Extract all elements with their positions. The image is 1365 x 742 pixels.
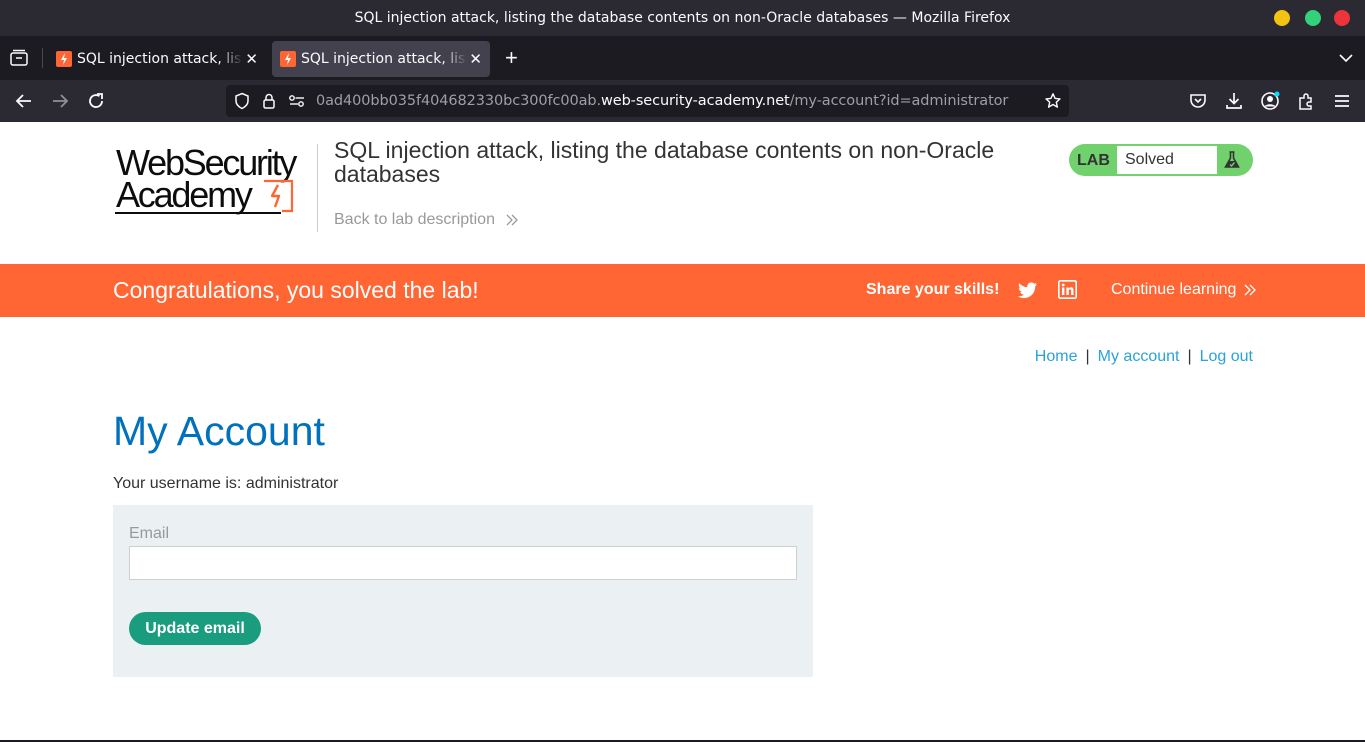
minimize-button[interactable]: [1274, 10, 1290, 26]
tab-label: SQL injection attack, listing the databa…: [301, 51, 467, 67]
lab-label: LAB: [1077, 152, 1110, 169]
web-security-academy-logo[interactable]: WebSecurity Academy: [113, 142, 318, 234]
username-text: Your username is: administrator: [113, 475, 339, 492]
update-email-form: Email Update email: [113, 505, 813, 677]
url-host: web-security-academy.net: [601, 93, 790, 109]
email-label: Email: [129, 525, 170, 542]
continue-learning-label: Continue learning: [1111, 281, 1237, 298]
home-link[interactable]: Home: [1035, 348, 1078, 365]
back-link-label: Back to lab description: [334, 211, 495, 228]
shield-icon[interactable]: [233, 92, 251, 110]
downloads-icon[interactable]: [1224, 91, 1244, 111]
my-account-link[interactable]: My account: [1098, 348, 1180, 365]
navigation-toolbar: 0ad400bb035f404682330bc300fc00ab.web-sec…: [0, 80, 1365, 122]
lab-status-text: Solved: [1125, 151, 1174, 168]
tab-label: SQL injection attack, listing the databa…: [77, 51, 243, 67]
email-field[interactable]: [129, 546, 797, 580]
window-titlebar: SQL injection attack, listing the databa…: [0, 0, 1365, 36]
url-path: /my-account?id=administrator: [789, 93, 1009, 109]
page-title: My Account: [113, 408, 325, 454]
log-out-link[interactable]: Log out: [1200, 348, 1253, 365]
extensions-icon[interactable]: [1296, 91, 1316, 111]
tab-overview-icon[interactable]: [8, 48, 30, 68]
reload-icon[interactable]: [86, 91, 106, 111]
update-email-button[interactable]: Update email: [129, 612, 261, 645]
tab-close-icon[interactable]: ✕: [245, 50, 258, 68]
bookmark-star-icon[interactable]: [1044, 92, 1062, 110]
tab-bar: SQL injection attack, listing the databa…: [0, 36, 1365, 80]
url-bar[interactable]: 0ad400bb035f404682330bc300fc00ab.web-sec…: [226, 85, 1069, 117]
nav-separator: |: [1187, 348, 1192, 365]
lab-title: SQL injection attack, listing the databa…: [334, 137, 995, 187]
top-navigation: Home | My account | Log out: [1035, 348, 1253, 366]
forward-arrow-icon[interactable]: [50, 91, 70, 111]
pocket-icon[interactable]: [1188, 91, 1208, 111]
tab-2-active[interactable]: SQL injection attack, listing the databa…: [272, 41, 490, 77]
header-divider: [317, 144, 318, 232]
linkedin-icon[interactable]: [1058, 280, 1077, 299]
back-to-lab-description-link[interactable]: Back to lab description: [334, 211, 519, 229]
portswigger-favicon-icon: [56, 51, 72, 67]
new-tab-button[interactable]: +: [505, 45, 518, 71]
academy-bolt-icon: [264, 179, 294, 213]
lab-status-box: Solved: [1117, 146, 1217, 174]
tab-close-icon[interactable]: ✕: [469, 50, 482, 68]
flask-icon: [1224, 151, 1240, 168]
congratulations-message: Congratulations, you solved the lab!: [113, 277, 479, 303]
share-skills-label: Share your skills!: [866, 281, 1000, 298]
twitter-icon[interactable]: [1018, 280, 1038, 300]
menu-hamburger-icon[interactable]: [1332, 91, 1352, 111]
logo-line2: Academy: [116, 174, 253, 215]
lock-icon[interactable]: [260, 92, 278, 110]
nav-separator: |: [1085, 348, 1090, 365]
double-chevron-right-icon: [1244, 284, 1256, 296]
congratulations-banner: Congratulations, you solved the lab! Sha…: [0, 264, 1365, 317]
lab-status-widget: LAB Solved: [1069, 144, 1253, 176]
window-title: SQL injection attack, listing the databa…: [354, 10, 1011, 26]
url-prefix: 0ad400bb035f404682330bc300fc00ab.: [316, 93, 601, 109]
portswigger-favicon-icon: [280, 51, 296, 67]
close-window-button[interactable]: [1334, 10, 1350, 26]
list-all-tabs-icon[interactable]: [1338, 50, 1354, 66]
url-text[interactable]: 0ad400bb035f404682330bc300fc00ab.web-sec…: [316, 93, 1008, 109]
back-arrow-icon[interactable]: [14, 91, 34, 111]
tab-1[interactable]: SQL injection attack, listing the databa…: [48, 41, 266, 77]
logo-underline: [115, 212, 281, 214]
continue-learning-link[interactable]: Continue learning: [1111, 281, 1257, 299]
maximize-button[interactable]: [1305, 10, 1321, 26]
double-chevron-right-icon: [506, 214, 519, 226]
web-page: WebSecurity Academy SQL injection attack…: [0, 122, 1365, 742]
permissions-icon[interactable]: [288, 93, 306, 109]
tab-separator: [42, 48, 43, 68]
account-icon[interactable]: [1260, 91, 1280, 111]
